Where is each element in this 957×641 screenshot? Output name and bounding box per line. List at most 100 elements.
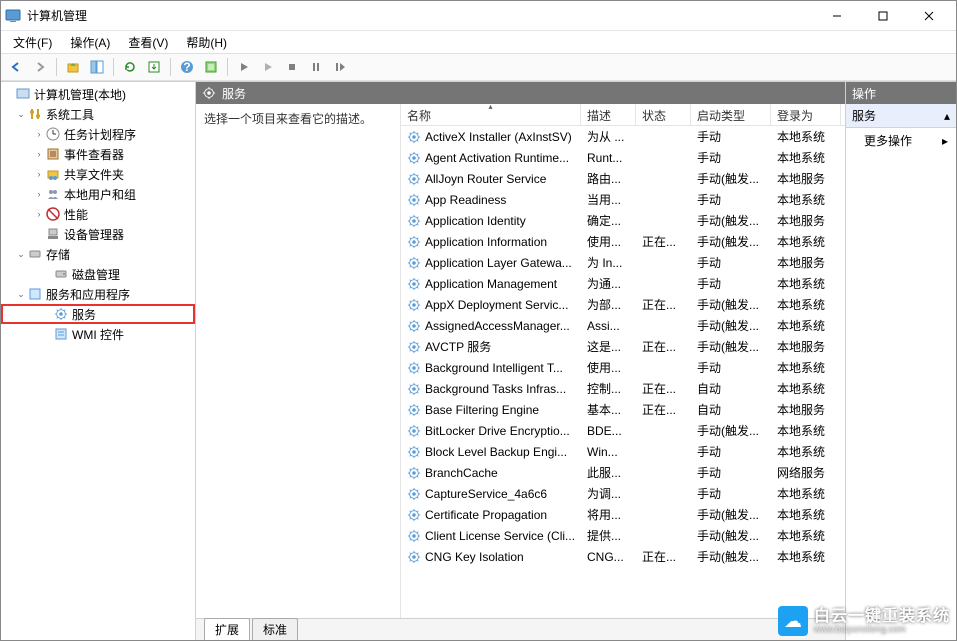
service-status: 正在...: [636, 548, 691, 565]
tab-extended[interactable]: 扩展: [204, 618, 250, 640]
list-header: 名称 描述 状态 启动类型 登录为: [401, 104, 845, 126]
tree-storage[interactable]: ⌄存储: [1, 244, 195, 264]
tree-system-tools[interactable]: ⌄系统工具: [1, 104, 195, 124]
start-service-button[interactable]: [233, 56, 255, 78]
service-start: 手动: [691, 464, 771, 481]
export-button[interactable]: [143, 56, 165, 78]
service-row[interactable]: BranchCache此服...手动网络服务: [401, 462, 845, 483]
column-startup-type[interactable]: 启动类型: [691, 104, 771, 125]
service-row[interactable]: Certificate Propagation将用...手动(触发...本地系统: [401, 504, 845, 525]
service-row[interactable]: CNG Key IsolationCNG...正在...手动(触发...本地系统: [401, 546, 845, 567]
menu-file[interactable]: 文件(F): [5, 32, 60, 53]
service-row[interactable]: AppX Deployment Servic...为部...正在...手动(触发…: [401, 294, 845, 315]
column-name[interactable]: 名称: [401, 104, 581, 125]
column-status[interactable]: 状态: [636, 104, 691, 125]
service-gear-icon: [407, 277, 421, 291]
service-row[interactable]: Block Level Backup Engi...Win...手动本地系统: [401, 441, 845, 462]
service-desc: 当用...: [581, 191, 636, 208]
service-row[interactable]: Background Tasks Infras...控制...正在...自动本地…: [401, 378, 845, 399]
tree-item[interactable]: ›任务计划程序: [1, 124, 195, 144]
tree-item-label: 共享文件夹: [64, 166, 124, 183]
pause-button[interactable]: [305, 56, 327, 78]
menu-action[interactable]: 操作(A): [62, 32, 118, 53]
service-row[interactable]: Application Management为通...手动本地系统: [401, 273, 845, 294]
column-description[interactable]: 描述: [581, 104, 636, 125]
tree-item-label: 磁盘管理: [72, 266, 120, 283]
minimize-button[interactable]: [814, 1, 860, 31]
close-button[interactable]: [906, 1, 952, 31]
service-start: 手动: [691, 191, 771, 208]
tree-item-icon: [45, 166, 61, 182]
service-row[interactable]: CaptureService_4a6c6为调...手动本地系统: [401, 483, 845, 504]
service-row[interactable]: Application Information使用...正在...手动(触发..…: [401, 231, 845, 252]
service-logon: 本地系统: [771, 233, 841, 250]
svg-text:?: ?: [183, 60, 190, 74]
tree-item-icon: [45, 206, 61, 222]
tree-item[interactable]: WMI 控件: [1, 324, 195, 344]
maximize-button[interactable]: [860, 1, 906, 31]
help-button[interactable]: ?: [176, 56, 198, 78]
nav-back-button[interactable]: [5, 56, 27, 78]
tree-root[interactable]: 计算机管理(本地): [1, 84, 195, 104]
service-desc: 使用...: [581, 233, 636, 250]
tree-item[interactable]: 服务: [1, 304, 195, 324]
tree-item[interactable]: ›共享文件夹: [1, 164, 195, 184]
refresh-button[interactable]: [119, 56, 141, 78]
show-hide-tree-button[interactable]: [86, 56, 108, 78]
service-logon: 本地系统: [771, 443, 841, 460]
tab-standard[interactable]: 标准: [252, 618, 298, 640]
service-row[interactable]: Application Layer Gatewa...为 In...手动本地服务: [401, 252, 845, 273]
service-row[interactable]: Base Filtering Engine基本...正在...自动本地服务: [401, 399, 845, 420]
service-row[interactable]: App Readiness当用...手动本地系统: [401, 189, 845, 210]
tree-item[interactable]: ›本地用户和组: [1, 184, 195, 204]
tree-item[interactable]: ›事件查看器: [1, 144, 195, 164]
service-row[interactable]: Background Intelligent T...使用...手动本地系统: [401, 357, 845, 378]
column-logon-as[interactable]: 登录为: [771, 104, 841, 125]
service-logon: 本地系统: [771, 380, 841, 397]
menu-view[interactable]: 查看(V): [120, 32, 176, 53]
service-row[interactable]: AllJoyn Router Service路由...手动(触发...本地服务: [401, 168, 845, 189]
service-row[interactable]: ActiveX Installer (AxInstSV)为从 ...手动本地系统: [401, 126, 845, 147]
service-logon: 本地系统: [771, 527, 841, 544]
watermark-title: 白云一键重装系统: [814, 609, 950, 625]
tree-services-apps[interactable]: ⌄服务和应用程序: [1, 284, 195, 304]
menu-help[interactable]: 帮助(H): [178, 32, 235, 53]
tree-item[interactable]: 设备管理器: [1, 224, 195, 244]
chevron-right-icon: ▸: [942, 134, 948, 148]
main-panel: 服务 选择一个项目来查看它的描述。 名称 描述 状态 启动类型 登录为 Acti…: [196, 82, 846, 640]
actions-more[interactable]: 更多操作▸: [846, 128, 956, 153]
nav-forward-button[interactable]: [29, 56, 51, 78]
tree-item-label: WMI 控件: [72, 326, 124, 343]
service-start: 手动(触发...: [691, 233, 771, 250]
service-logon: 本地系统: [771, 359, 841, 376]
pause-service-button[interactable]: [257, 56, 279, 78]
service-gear-icon: [407, 172, 421, 186]
stop-service-button[interactable]: [281, 56, 303, 78]
service-row[interactable]: Agent Activation Runtime...Runt...手动本地系统: [401, 147, 845, 168]
service-logon: 本地系统: [771, 191, 841, 208]
up-button[interactable]: [62, 56, 84, 78]
service-start: 手动(触发...: [691, 506, 771, 523]
tree-item-icon: [53, 306, 69, 322]
tree-item[interactable]: 磁盘管理: [1, 264, 195, 284]
services-list[interactable]: 名称 描述 状态 启动类型 登录为 ActiveX Installer (AxI…: [401, 104, 845, 618]
properties-button[interactable]: [200, 56, 222, 78]
service-start: 手动: [691, 254, 771, 271]
service-desc: 控制...: [581, 380, 636, 397]
service-start: 手动(触发...: [691, 296, 771, 313]
service-row[interactable]: Application Identity确定...手动(触发...本地服务: [401, 210, 845, 231]
service-row[interactable]: Client License Service (Cli...提供...手动(触发…: [401, 525, 845, 546]
service-row[interactable]: AssignedAccessManager...Assi...手动(触发...本…: [401, 315, 845, 336]
restart-service-button[interactable]: [329, 56, 351, 78]
service-row[interactable]: AVCTP 服务这是...正在...手动(触发...本地服务: [401, 336, 845, 357]
service-row[interactable]: BitLocker Drive Encryptio...BDE...手动(触发.…: [401, 420, 845, 441]
navigation-tree[interactable]: 计算机管理(本地) ⌄系统工具 ›任务计划程序›事件查看器›共享文件夹›本地用户…: [1, 82, 196, 640]
tree-item-icon: [45, 126, 61, 142]
service-gear-icon: [407, 403, 421, 417]
service-logon: 本地系统: [771, 548, 841, 565]
service-status: 正在...: [636, 338, 691, 355]
service-gear-icon: [407, 340, 421, 354]
actions-header: 操作: [846, 82, 956, 104]
tree-item[interactable]: ›性能: [1, 204, 195, 224]
actions-section-services[interactable]: 服务▴: [846, 104, 956, 128]
